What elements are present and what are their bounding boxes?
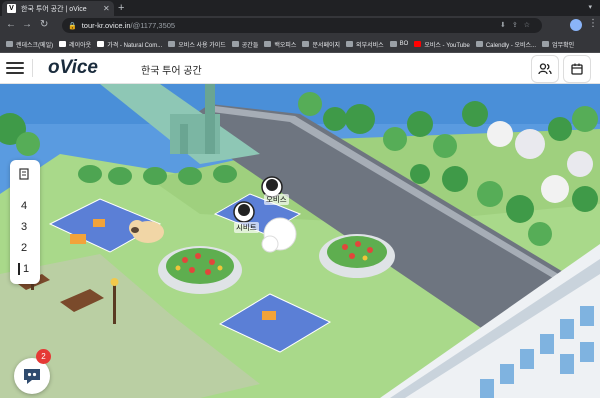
avatar-name: 오비스 <box>264 194 289 205</box>
floor-button[interactable]: 2 <box>21 242 27 254</box>
floor-button[interactable]: 3 <box>21 221 27 233</box>
bookmark-item[interactable]: 레이아웃 <box>59 40 91 49</box>
browser-tab[interactable]: V 한국 투어 공간 | oVice ✕ <box>2 1 114 16</box>
lock-icon: 🔒 <box>68 22 77 30</box>
bookmark-item[interactable]: BO <box>389 41 408 47</box>
folder-icon <box>264 41 272 47</box>
floor-selector: 4 3 2 1 <box>10 160 40 284</box>
folder-icon <box>168 41 176 47</box>
floor-button[interactable]: 4 <box>21 200 27 212</box>
hamburger-menu-icon[interactable] <box>6 62 24 74</box>
address-bar[interactable]: 🔒 tour-kr.ovice.in/@1177,3505 ⬇⇪☆ <box>62 18 542 33</box>
virtual-space-map[interactable]: 오비스 시비트 <box>0 84 600 398</box>
ovice-logo: oVice <box>48 57 98 78</box>
bookmarks-bar: 렌데스크(메일) 레이아웃 가격 - Natural Com... 오비스 사용… <box>0 36 600 53</box>
folder-icon <box>346 41 354 47</box>
floor-button-active[interactable]: 1 <box>18 263 29 275</box>
new-tab-button[interactable]: + <box>118 2 124 14</box>
space-name: 한국 투어 공간 <box>141 66 202 77</box>
browser-tabbar: V 한국 투어 공간 | oVice ✕ + ▾ <box>0 0 600 16</box>
bookmark-item[interactable]: 문서페이지 <box>302 40 340 49</box>
calendar-button[interactable] <box>563 55 591 83</box>
avatar-name: 시비트 <box>234 222 259 233</box>
bookmark-item[interactable]: 가격 - Natural Com... <box>97 40 162 49</box>
browser-toolbar: ← → ↻ 🔒 tour-kr.ovice.in/@1177,3505 ⬇⇪☆ … <box>0 16 600 36</box>
youtube-icon <box>414 41 422 47</box>
calendar-icon <box>571 63 583 75</box>
omnibox-icons[interactable]: ⬇⇪☆ <box>500 21 536 29</box>
folder-icon <box>542 41 550 47</box>
reload-icon[interactable]: ↻ <box>40 19 48 30</box>
notification-badge: 2 <box>36 349 51 364</box>
divider <box>32 59 33 77</box>
bookmark-item[interactable]: Calendly - 오비스... <box>475 40 536 49</box>
bookmark-item[interactable]: 업무확인 <box>542 40 574 49</box>
app-header: oVice 한국 투어 공간 <box>0 53 600 84</box>
bookmark-item[interactable]: 오비스 - YouTube <box>414 40 470 49</box>
v-icon <box>97 41 105 47</box>
kebab-menu-icon[interactable]: ⋮ <box>588 18 598 29</box>
bookmark-item[interactable]: 렌데스크(메일) <box>6 40 53 49</box>
back-arrow-icon[interactable]: ← <box>6 19 16 30</box>
map-illustration <box>0 84 600 398</box>
v-icon <box>59 41 67 47</box>
ovice-favicon-icon: V <box>7 4 16 13</box>
folder-icon <box>231 41 239 47</box>
building-icon <box>19 168 29 180</box>
bookmark-item[interactable]: 백오피스 <box>264 40 296 49</box>
members-button[interactable] <box>531 55 559 83</box>
close-icon[interactable]: ✕ <box>103 4 110 13</box>
users-icon <box>538 63 552 75</box>
url-text: tour-kr.ovice.in/@1177,3505 <box>81 21 176 30</box>
chat-avatar-icon <box>24 369 40 384</box>
folder-icon <box>389 41 397 47</box>
bookmark-item[interactable]: 오비스 사용 가이드 <box>168 40 226 49</box>
chevron-down-icon[interactable]: ▾ <box>588 3 592 11</box>
folder-icon <box>475 41 483 47</box>
bookmark-item[interactable]: 외부서비스 <box>346 40 384 49</box>
bookmark-item[interactable]: 공간들 <box>231 40 258 49</box>
tab-title: 한국 투어 공간 | oVice <box>21 5 87 13</box>
folder-icon <box>302 41 310 47</box>
forward-arrow-icon[interactable]: → <box>22 19 32 30</box>
folder-icon <box>6 41 13 47</box>
profile-avatar[interactable] <box>570 19 582 31</box>
